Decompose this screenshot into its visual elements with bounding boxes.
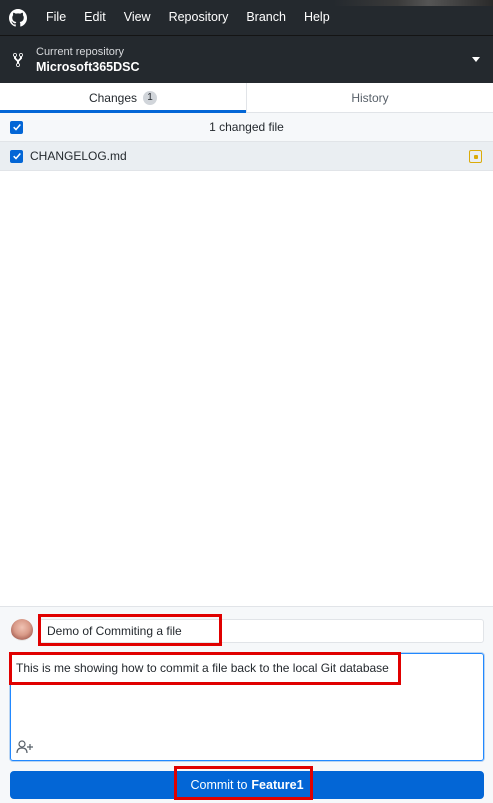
commit-button-prefix: Commit to <box>190 778 248 792</box>
tab-history[interactable]: History <box>246 83 493 112</box>
menu-repository[interactable]: Repository <box>160 0 238 35</box>
caret-down-icon <box>472 57 480 62</box>
window-background-strip <box>333 0 493 6</box>
changes-list-header: 1 changed file <box>0 113 493 142</box>
menu-view[interactable]: View <box>115 0 160 35</box>
repo-fork-icon <box>13 52 23 67</box>
changes-count-badge: 1 <box>143 90 158 105</box>
file-include-checkbox[interactable] <box>10 149 23 163</box>
list-item[interactable]: CHANGELOG.md <box>0 142 493 171</box>
commit-summary-input[interactable] <box>39 619 484 643</box>
changed-files-count: 1 changed file <box>209 120 284 134</box>
current-repository-button[interactable]: Current repository Microsoft365DSC <box>0 35 493 83</box>
select-all-checkbox[interactable] <box>10 120 23 134</box>
add-coauthor-icon[interactable] <box>16 740 34 754</box>
file-modified-icon <box>469 150 482 163</box>
commit-description-input[interactable]: This is me showing how to commit a file … <box>11 654 483 734</box>
avatar <box>11 619 33 641</box>
tab-changes-label: Changes <box>88 90 138 105</box>
github-mark-icon <box>9 8 27 27</box>
checkmark-icon <box>12 124 21 131</box>
commit-branch-name: Feature1 <box>251 778 304 792</box>
commit-description-box: This is me showing how to commit a file … <box>10 653 484 761</box>
repository-caption: Current repository <box>36 45 125 58</box>
repository-text: Current repository Microsoft365DSC <box>36 45 140 75</box>
menu-branch[interactable]: Branch <box>237 0 295 35</box>
checkmark-icon <box>12 153 21 160</box>
repository-name: Microsoft365DSC <box>36 59 140 74</box>
tab-history-label: History <box>351 90 389 105</box>
menu-file[interactable]: File <box>37 0 75 35</box>
tab-bar: Changes 1 History <box>0 83 493 113</box>
commit-button[interactable]: Commit to Feature1 <box>10 771 484 799</box>
tab-changes[interactable]: Changes 1 <box>0 83 246 113</box>
file-name: CHANGELOG.md <box>30 149 127 163</box>
menu-edit[interactable]: Edit <box>75 0 115 35</box>
commit-message-panel: This is me showing how to commit a file … <box>0 606 493 803</box>
app-menubar: File Edit View Repository Branch Help <box>0 0 493 35</box>
